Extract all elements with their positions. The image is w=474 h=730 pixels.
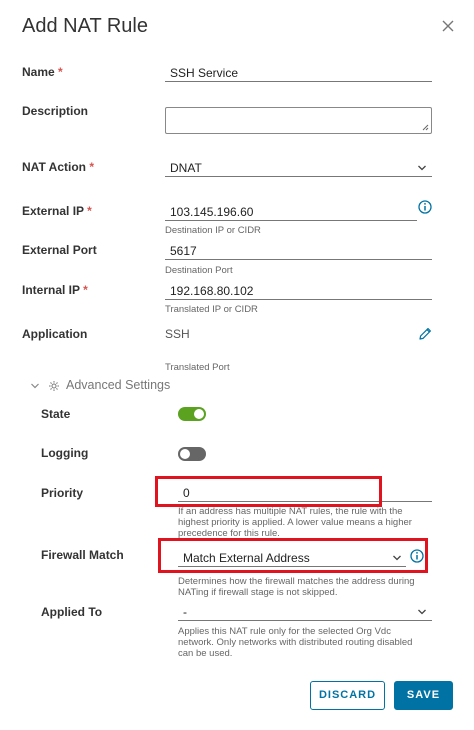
help-line: Determines how the firewall matches the … (178, 576, 415, 587)
firewall-match-help: Determines how the firewall matches the … (178, 576, 415, 598)
firewall-match-highlight-box (158, 538, 428, 573)
external-ip-value: 103.145.196.60 (170, 205, 254, 219)
name-value: SSH Service (170, 66, 239, 80)
priority-help: If an address has multiple NAT rules, th… (178, 506, 412, 539)
name-label: Name * (22, 65, 63, 79)
info-icon[interactable] (418, 200, 432, 214)
external-ip-label: External IP * (22, 204, 92, 218)
external-port-label: External Port (22, 243, 97, 257)
application-help: Translated Port (165, 362, 230, 373)
help-line: If an address has multiple NAT rules, th… (178, 506, 403, 517)
nat-action-value: DNAT (170, 161, 202, 175)
help-line: Applies this NAT rule only for the selec… (178, 626, 391, 637)
resize-grip-icon[interactable] (422, 124, 429, 131)
internal-ip-input[interactable]: 192.168.80.102 (165, 280, 432, 300)
external-port-input[interactable]: 5617 (165, 240, 432, 260)
nat-action-label: NAT Action * (22, 160, 95, 174)
toggle-knob (194, 409, 204, 419)
logging-label: Logging (41, 446, 89, 460)
edit-pencil-icon[interactable] (418, 327, 432, 341)
gear-icon (49, 381, 59, 391)
state-toggle[interactable] (178, 407, 206, 421)
description-textarea[interactable] (165, 107, 432, 134)
close-icon[interactable] (440, 18, 456, 34)
applied-to-help: Applies this NAT rule only for the selec… (178, 626, 412, 659)
priority-highlight-box (155, 476, 382, 507)
toggle-knob (180, 449, 190, 459)
dialog-title: Add NAT Rule (22, 15, 148, 37)
internal-ip-label: Internal IP * (22, 283, 88, 297)
priority-label: Priority (41, 486, 84, 500)
external-ip-input[interactable]: 103.145.196.60 (165, 201, 417, 221)
application-label: Application (22, 327, 88, 341)
help-line: highest priority is applied. A lower val… (178, 517, 412, 528)
advanced-settings-label: Advanced Settings (66, 378, 171, 392)
external-port-value: 5617 (170, 244, 197, 258)
nat-action-select[interactable]: DNAT (165, 157, 432, 177)
chevron-down-icon (31, 383, 39, 389)
application-value: SSH (165, 327, 190, 341)
applied-to-select[interactable]: - (178, 601, 432, 621)
chevron-down-icon (418, 609, 426, 615)
applied-to-value: - (183, 605, 187, 619)
name-input[interactable]: SSH Service (165, 62, 432, 82)
discard-button[interactable]: DISCARD (310, 681, 385, 710)
chevron-down-icon (418, 165, 426, 171)
internal-ip-help: Translated IP or CIDR (165, 304, 258, 315)
description-label: Description (22, 104, 89, 118)
help-line: NATing if firewall stage is not skipped. (178, 587, 338, 598)
external-ip-help: Destination IP or CIDR (165, 225, 261, 236)
help-line: network. Only networks with distributed … (178, 637, 413, 648)
save-button[interactable]: SAVE (394, 681, 453, 710)
external-port-help: Destination Port (165, 265, 233, 276)
help-line: can be used. (178, 648, 233, 659)
state-label: State (41, 407, 71, 421)
firewall-match-label: Firewall Match (41, 548, 124, 562)
internal-ip-value: 192.168.80.102 (170, 284, 254, 298)
logging-toggle[interactable] (178, 447, 206, 461)
applied-to-label: Applied To (41, 605, 103, 619)
advanced-settings-toggle[interactable]: Advanced Settings (30, 378, 180, 394)
